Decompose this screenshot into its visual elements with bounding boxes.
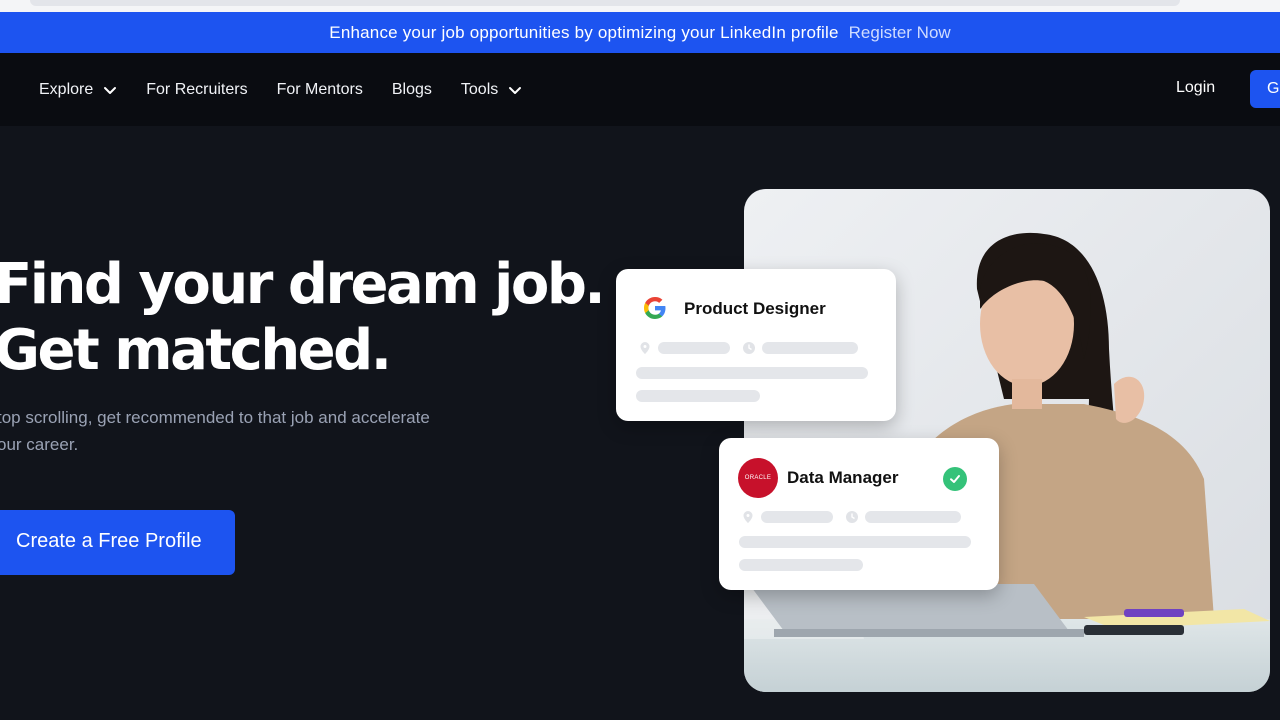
google-logo-icon [644, 297, 666, 319]
login-link[interactable]: Login [1176, 79, 1215, 97]
skeleton-line [761, 511, 833, 523]
hero-subtitle-line-2: our career. [0, 435, 79, 454]
nav-tools[interactable]: Tools [461, 81, 522, 99]
get-started-button[interactable]: G [1250, 70, 1280, 108]
nav-for-mentors-label: For Mentors [276, 80, 363, 98]
nav-for-mentors[interactable]: For Mentors [277, 81, 363, 99]
register-now-link[interactable]: Register Now [849, 23, 951, 43]
hero-subtitle-line-1: top scrolling, get recommended to that j… [0, 408, 430, 427]
top-nav: Explore For Recruiters For Mentors Blogs… [0, 53, 1280, 126]
announcement-banner: Enhance your job opportunities by optimi… [0, 12, 1280, 53]
skeleton-line [762, 342, 858, 354]
nav-blogs-label: Blogs [391, 80, 432, 98]
nav-blogs[interactable]: Blogs [392, 81, 432, 99]
skeleton-line [636, 367, 868, 379]
hero-title-line-1: Find your dream job. [0, 252, 606, 317]
job-card-product-designer[interactable]: Product Designer [616, 269, 896, 421]
clock-icon [743, 342, 755, 354]
browser-edge [0, 0, 1280, 12]
job-card-data-manager[interactable]: ORACLE Data Manager [719, 438, 999, 590]
verified-check-icon [943, 467, 967, 491]
skeleton-line [658, 342, 730, 354]
banner-message: Enhance your job opportunities by optimi… [329, 22, 839, 42]
skeleton-line [865, 511, 961, 523]
browser-address-bar [30, 0, 1180, 6]
skeleton-line [739, 536, 971, 548]
oracle-logo-icon: ORACLE [738, 458, 778, 498]
hero-title: Find your dream job. Get matched. [0, 252, 606, 384]
location-pin-icon [640, 342, 650, 354]
nav-for-recruiters[interactable]: For Recruiters [146, 81, 247, 99]
chevron-down-icon [509, 86, 522, 94]
nav-links: Explore For Recruiters For Mentors Blogs… [39, 81, 522, 99]
nav-tools-label: Tools [460, 80, 499, 98]
job-title: Data Manager [787, 468, 899, 487]
hero-title-line-2: Get matched. [0, 318, 392, 383]
location-pin-icon [743, 511, 753, 523]
chevron-down-icon [104, 86, 117, 94]
skeleton-line [636, 390, 760, 402]
job-title: Product Designer [684, 299, 826, 318]
nav-explore[interactable]: Explore [39, 81, 117, 99]
nav-for-recruiters-label: For Recruiters [146, 80, 248, 98]
skeleton-line [739, 559, 863, 571]
clock-icon [846, 511, 858, 523]
hero-subtitle: top scrolling, get recommended to that j… [0, 404, 497, 458]
nav-explore-label: Explore [39, 80, 94, 98]
create-free-profile-button[interactable]: Create a Free Profile [0, 510, 235, 575]
